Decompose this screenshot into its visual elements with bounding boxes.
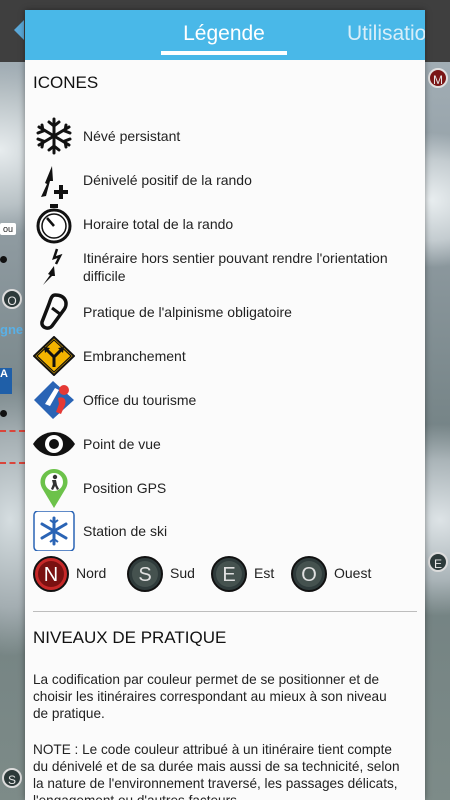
legend-item-label: Embranchement: [83, 348, 186, 364]
map-marker-west[interactable]: O: [2, 289, 22, 309]
legend-item-label: Point de vue: [83, 436, 161, 452]
direction-label: Ouest: [334, 565, 372, 581]
east-marker-icon: E: [211, 556, 247, 592]
ski-station-icon: [33, 511, 75, 551]
map-marker-north[interactable]: M: [428, 68, 448, 88]
legend-item: Horaire total de la rando: [33, 204, 418, 244]
legend-item: Dénivelé positif de la rando: [33, 160, 418, 200]
legend-item-label: Itinéraire hors sentier pouvant rendre l…: [83, 250, 388, 284]
north-marker-icon: N: [33, 556, 69, 592]
legend-item: Station de ski: [33, 511, 418, 551]
map-trail: [0, 430, 25, 432]
map-point: [0, 256, 7, 263]
map-marker-east[interactable]: E: [428, 552, 448, 572]
west-marker-icon: O: [291, 556, 327, 592]
section-divider: [33, 611, 417, 612]
legend-item-label: Station de ski: [83, 523, 168, 539]
legend-item-label: Névé persistant: [83, 128, 181, 144]
junction-sign-icon: [33, 336, 75, 376]
legend-item: Position GPS: [33, 468, 418, 508]
directions-row: N Nord S Sud E Est O Ouest: [33, 554, 418, 598]
off-trail-icon: [43, 248, 63, 285]
legend-item: Embranchement: [33, 336, 418, 376]
svg-text:N: N: [44, 564, 58, 586]
gps-position-icon: [40, 469, 68, 508]
legend-item-label: Office du tourisme: [83, 392, 197, 408]
carabiner-icon: [40, 293, 68, 330]
levels-note: NOTE : Le code couleur attribué à un iti…: [33, 742, 400, 800]
svg-text:E: E: [222, 564, 235, 586]
tourism-office-icon: [34, 381, 74, 419]
legend-panel: Légende Utilisation ICONES Névé: [25, 10, 425, 800]
tab-bar: Légende Utilisation: [25, 10, 425, 60]
legend-item-label: Dénivelé positif de la rando: [83, 172, 252, 188]
map-marker-south[interactable]: S: [2, 768, 22, 788]
svg-text:S: S: [138, 564, 151, 586]
svg-text:O: O: [301, 564, 317, 586]
levels-section-title: NIVEAUX DE PRATIQUE: [33, 628, 227, 647]
direction-label: Nord: [76, 565, 107, 581]
tab-legende[interactable]: Légende: [161, 10, 287, 57]
legend-item: Office du tourisme: [33, 380, 418, 420]
south-marker-icon: S: [127, 556, 163, 592]
stopwatch-icon: [36, 204, 72, 244]
legend-item-label: Horaire total de la rando: [83, 216, 234, 232]
direction-label: Est: [254, 565, 275, 581]
map-trail: [0, 462, 25, 464]
legend-item-label: Pratique de l'alpinisme obligatoire: [83, 304, 292, 320]
active-tab-indicator: [161, 51, 287, 55]
icons-section-title: ICONES: [33, 73, 99, 92]
direction-label: Sud: [170, 565, 195, 581]
legend-item-label: Position GPS: [83, 480, 167, 496]
legend-item: Itinéraire hors sentier pouvant rendre l…: [33, 246, 418, 286]
legend-item: Névé persistant: [33, 116, 418, 156]
levels-paragraph: La codification par couleur permet de se…: [33, 672, 387, 721]
legend-item: Pratique de l'alpinisme obligatoire: [33, 292, 418, 332]
tab-utilisation[interactable]: Utilisation: [347, 10, 425, 57]
map-blue-marker[interactable]: A: [0, 368, 12, 394]
back-arrow-icon[interactable]: [14, 20, 24, 40]
eye-icon: [33, 432, 75, 456]
elevation-gain-icon: [41, 166, 68, 199]
map-place-label: gne: [0, 322, 24, 337]
map-point: [0, 410, 7, 417]
snowflake-icon: [36, 117, 72, 155]
legend-item: Point de vue: [33, 424, 418, 464]
map-label: ou: [0, 223, 17, 235]
